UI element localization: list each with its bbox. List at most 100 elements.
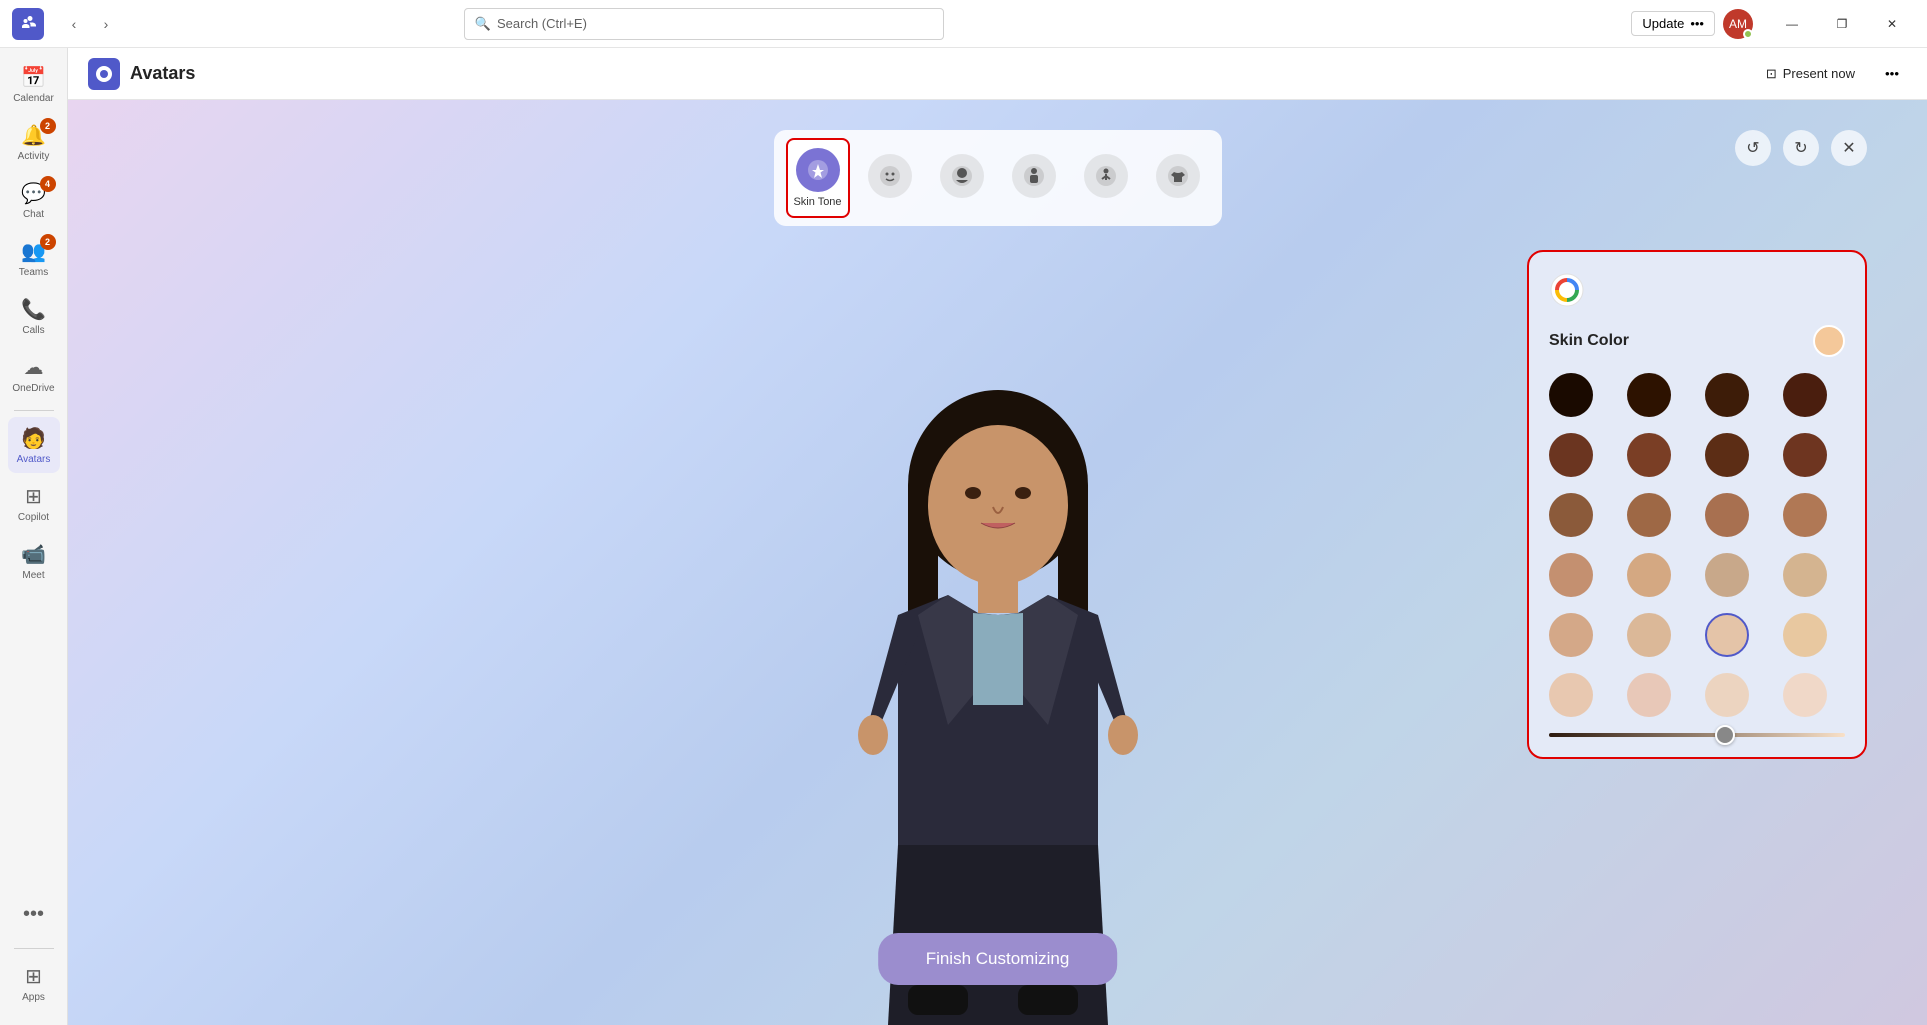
minimize-button[interactable]: — — [1769, 10, 1815, 38]
category-pose[interactable] — [1074, 138, 1138, 218]
category-clothing[interactable] — [1146, 138, 1210, 218]
sidebar-item-onedrive[interactable]: ☁ OneDrive — [8, 346, 60, 402]
app-header-icon — [88, 58, 120, 90]
color-swatch[interactable] — [1783, 613, 1827, 657]
color-swatch[interactable] — [1783, 433, 1827, 477]
sidebar-label-onedrive: OneDrive — [12, 383, 54, 394]
sidebar-label-copilot: Copilot — [18, 512, 49, 523]
teams-badge: 2 — [40, 234, 56, 250]
pose-icon — [1084, 154, 1128, 198]
category-face[interactable] — [858, 138, 922, 218]
head-icon — [940, 154, 984, 198]
search-bar[interactable]: 🔍 Search (Ctrl+E) — [464, 8, 944, 40]
titlebar: ‹ › 🔍 Search (Ctrl+E) Update ••• AM — ❐ … — [0, 0, 1927, 48]
chat-badge: 4 — [40, 176, 56, 192]
apps-icon: ⊞ — [25, 964, 42, 989]
sidebar-item-chat[interactable]: 💬 Chat 4 — [8, 172, 60, 228]
sidebar-divider-bottom — [14, 948, 54, 949]
nav-back-button[interactable]: ‹ — [60, 10, 88, 38]
color-swatch[interactable] — [1705, 373, 1749, 417]
color-swatch[interactable] — [1549, 673, 1593, 717]
skin-tone-slider[interactable] — [1549, 733, 1845, 737]
present-icon: ⊡ — [1766, 66, 1777, 82]
color-swatch[interactable] — [1705, 433, 1749, 477]
color-swatch[interactable] — [1627, 433, 1671, 477]
selected-color-preview — [1813, 325, 1845, 357]
search-icon: 🔍 — [475, 16, 491, 32]
sidebar-label-teams: Teams — [19, 267, 48, 278]
sidebar-label-apps: Apps — [22, 992, 45, 1003]
color-swatch[interactable] — [1627, 673, 1671, 717]
header-right: ⊡ Present now ••• — [1754, 59, 1907, 89]
skin-panel-header: Skin Color — [1549, 325, 1845, 357]
color-swatch[interactable] — [1549, 613, 1593, 657]
window-controls: — ❐ ✕ — [1769, 10, 1915, 38]
onedrive-icon: ☁ — [24, 355, 44, 380]
calls-icon: 📞 — [21, 297, 46, 322]
color-swatch[interactable] — [1705, 553, 1749, 597]
close-button[interactable]: ✕ — [1869, 10, 1915, 38]
skin-color-panel: Skin Color — [1527, 250, 1867, 759]
color-swatch[interactable] — [1705, 613, 1749, 657]
category-toolbar: Skin Tone — [774, 130, 1222, 226]
toolbar-actions: ↺ ↻ ✕ — [1735, 130, 1867, 166]
sidebar-item-avatars[interactable]: 🧑 Avatars — [8, 417, 60, 473]
sidebar-label-meet: Meet — [22, 570, 44, 581]
color-swatch[interactable] — [1627, 613, 1671, 657]
sidebar-bottom: ••• ⊞ Apps — [8, 886, 60, 1025]
skin-color-title: Skin Color — [1549, 332, 1629, 350]
sidebar-item-meet[interactable]: 📹 Meet — [8, 533, 60, 589]
sidebar-item-activity[interactable]: 🔔 Activity 2 — [8, 114, 60, 170]
header-more-button[interactable]: ••• — [1877, 59, 1907, 89]
sidebar-item-calls[interactable]: 📞 Calls — [8, 288, 60, 344]
redo-button[interactable]: ↻ — [1783, 130, 1819, 166]
color-swatch[interactable] — [1627, 553, 1671, 597]
page-title: Avatars — [130, 63, 195, 84]
panel-logo — [1549, 272, 1845, 313]
profile-status-indicator — [1743, 29, 1753, 39]
header-more-icon: ••• — [1885, 66, 1899, 81]
color-swatch[interactable] — [1549, 373, 1593, 417]
color-swatch[interactable] — [1705, 493, 1749, 537]
color-swatch[interactable] — [1783, 373, 1827, 417]
sidebar-item-copilot[interactable]: ⊞ Copilot — [8, 475, 60, 531]
avatar-workspace: Skin Tone — [68, 100, 1927, 1025]
nav-forward-button[interactable]: › — [92, 10, 120, 38]
color-swatch[interactable] — [1783, 673, 1827, 717]
color-swatch[interactable] — [1549, 433, 1593, 477]
sidebar-item-calendar[interactable]: 📅 Calendar — [8, 56, 60, 112]
skin-tone-icon — [796, 148, 840, 192]
sidebar-item-teams[interactable]: 👥 Teams 2 — [8, 230, 60, 286]
profile-avatar[interactable]: AM — [1723, 9, 1753, 39]
more-icon: ••• — [23, 903, 44, 926]
color-swatch[interactable] — [1549, 553, 1593, 597]
body-icon — [1012, 154, 1056, 198]
category-body[interactable] — [1002, 138, 1066, 218]
update-dots: ••• — [1690, 16, 1704, 31]
sidebar-item-apps[interactable]: ⊞ Apps — [8, 955, 60, 1011]
present-now-button[interactable]: ⊡ Present now — [1754, 60, 1867, 88]
maximize-button[interactable]: ❐ — [1819, 10, 1865, 38]
slider-container — [1549, 733, 1845, 737]
category-head[interactable] — [930, 138, 994, 218]
color-swatch[interactable] — [1549, 493, 1593, 537]
color-swatch[interactable] — [1627, 493, 1671, 537]
undo-button[interactable]: ↺ — [1735, 130, 1771, 166]
category-skin-tone[interactable]: Skin Tone — [786, 138, 850, 218]
colors-grid — [1549, 373, 1845, 717]
sidebar-divider — [14, 410, 54, 411]
nav-arrows: ‹ › — [60, 10, 120, 38]
color-swatch[interactable] — [1783, 493, 1827, 537]
search-placeholder: Search (Ctrl+E) — [497, 16, 587, 31]
skin-tone-label: Skin Tone — [793, 196, 841, 208]
color-swatch[interactable] — [1705, 673, 1749, 717]
close-editor-button[interactable]: ✕ — [1831, 130, 1867, 166]
profile-initials: AM — [1729, 17, 1747, 31]
sidebar-label-chat: Chat — [23, 209, 44, 220]
update-button[interactable]: Update ••• — [1631, 11, 1715, 36]
color-swatch[interactable] — [1627, 373, 1671, 417]
meet-icon: 📹 — [21, 542, 46, 567]
sidebar-item-more[interactable]: ••• — [8, 886, 60, 942]
color-swatch[interactable] — [1783, 553, 1827, 597]
finish-customizing-button[interactable]: Finish Customizing — [878, 933, 1118, 985]
